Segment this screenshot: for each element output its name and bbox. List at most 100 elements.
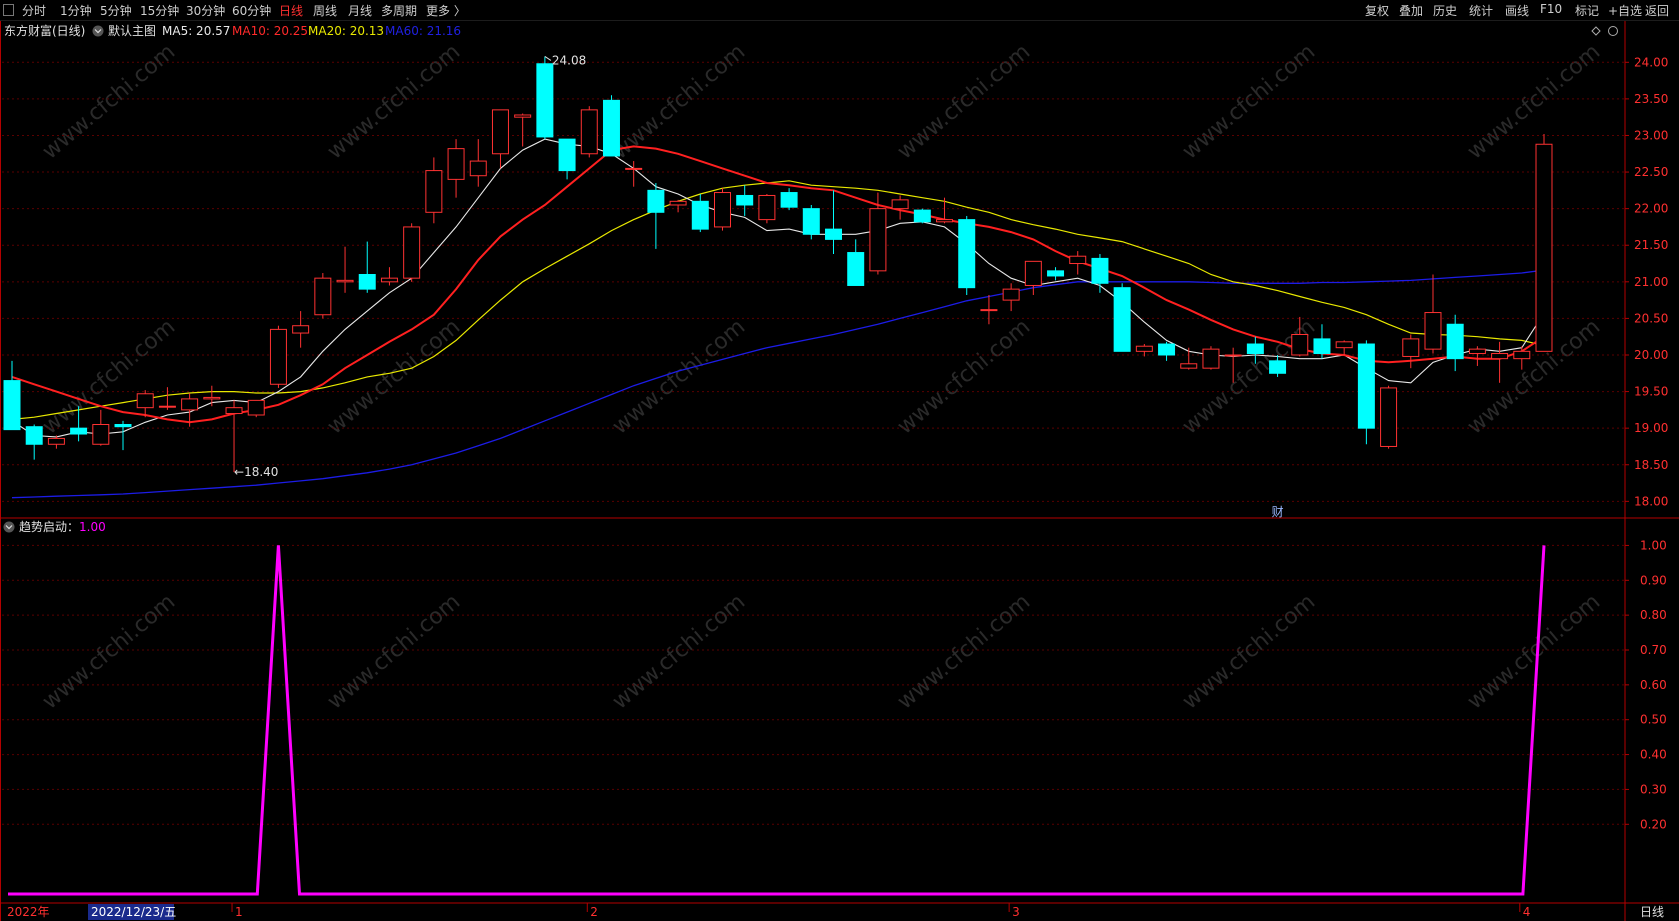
ma-legend-item: MA60: 21.16 xyxy=(385,24,461,38)
candle-body xyxy=(1180,363,1198,369)
price-tick-label: 18.00 xyxy=(1634,494,1668,508)
candle-5 xyxy=(114,420,132,451)
candle-30 xyxy=(669,199,687,213)
candle-body xyxy=(1091,257,1109,284)
watermark-text: www.cfchi.com xyxy=(893,589,1035,714)
candle-12 xyxy=(269,325,287,388)
candle-body xyxy=(25,426,43,445)
candle-0 xyxy=(3,360,21,431)
candle-body xyxy=(847,252,865,286)
period-tab-5[interactable]: 60分钟 xyxy=(232,2,271,19)
period-tab-8[interactable]: 月线 xyxy=(348,2,372,19)
period-tab-9[interactable]: 多周期 xyxy=(381,2,417,19)
price-tick-label: 19.50 xyxy=(1634,385,1668,399)
watermark-text: www.cfchi.com xyxy=(38,314,180,439)
candle-body xyxy=(181,398,199,411)
candle-body xyxy=(691,200,709,230)
candle-body xyxy=(1468,348,1486,355)
signal-tick-label: 0.20 xyxy=(1640,817,1667,831)
watermark-text: www.cfchi.com xyxy=(323,39,465,164)
mark-button[interactable]: 标记 xyxy=(1575,2,1599,19)
menu-icon[interactable] xyxy=(3,4,14,16)
candle-38 xyxy=(847,239,865,286)
candle-64 xyxy=(1424,274,1442,354)
watermark-text: www.cfchi.com xyxy=(38,589,180,714)
watermark-text: www.cfchi.com xyxy=(608,314,750,439)
candle-24 xyxy=(536,56,554,140)
candle-body xyxy=(1402,338,1420,357)
chart-headers: 东方财富(日线) 默认主图 MA5: 20.57 MA10: 20.25 MA20: 2… xyxy=(3,23,1618,534)
candle-13 xyxy=(292,311,310,348)
candle-29 xyxy=(647,183,665,249)
ma10-line xyxy=(11,145,1545,424)
restore-rights-button[interactable]: 复权 xyxy=(1365,2,1389,19)
candle-body xyxy=(536,63,554,138)
candle-body xyxy=(713,192,731,228)
candle-body xyxy=(1357,343,1375,429)
period-tab-10[interactable]: 更多 〉 xyxy=(426,2,466,19)
candle-body xyxy=(247,399,265,416)
candle-body xyxy=(225,407,243,415)
overlay-button[interactable]: 叠加 xyxy=(1399,2,1423,19)
period-tab-7[interactable]: 周线 xyxy=(313,2,337,19)
candle-body xyxy=(780,192,798,208)
candle-body xyxy=(980,309,998,312)
candle-body xyxy=(1291,334,1309,356)
back-button[interactable]: 返回 xyxy=(1645,2,1669,19)
draw-line-button[interactable]: 画线 xyxy=(1505,2,1529,19)
candle-body xyxy=(136,393,154,409)
candle-44 xyxy=(980,294,998,325)
candle-body xyxy=(891,199,909,210)
candle-body xyxy=(647,189,665,213)
candle-body xyxy=(1135,345,1153,352)
candlestick-series xyxy=(3,56,1553,473)
candle-body xyxy=(869,208,887,272)
candle-body xyxy=(1069,255,1087,265)
candle-54 xyxy=(1202,346,1220,370)
period-tab-1[interactable]: 1分钟 xyxy=(60,2,92,19)
candle-body xyxy=(1491,353,1509,360)
diamond-icon xyxy=(1591,26,1601,36)
history-button[interactable]: 历史 xyxy=(1433,2,1457,19)
low-price-label: ←18.40 xyxy=(234,465,278,479)
candle-body xyxy=(469,160,487,177)
period-tab-2[interactable]: 5分钟 xyxy=(100,2,132,19)
price-tick-label: 23.50 xyxy=(1634,92,1668,106)
period-tab-4[interactable]: 30分钟 xyxy=(186,2,225,19)
signal-tick-label: 0.30 xyxy=(1640,782,1667,796)
circle-icon xyxy=(1608,26,1618,36)
period-tab-3[interactable]: 15分钟 xyxy=(140,2,179,19)
period-tab-6[interactable]: 日线 xyxy=(279,2,303,19)
candle-66 xyxy=(1468,346,1486,366)
watermark-text: www.cfchi.com xyxy=(608,589,750,714)
candle-body xyxy=(1380,387,1398,447)
time-axis-label: 2 xyxy=(590,905,598,919)
candle-46 xyxy=(1024,260,1042,295)
event-marker: 财 xyxy=(1272,505,1284,519)
candle-37 xyxy=(825,190,843,255)
candle-4 xyxy=(92,409,110,446)
f10-button[interactable]: F10 xyxy=(1540,2,1562,16)
candle-31 xyxy=(691,194,709,233)
candle-body xyxy=(958,219,976,289)
candle-body xyxy=(3,380,21,431)
price-tick-label: 22.50 xyxy=(1634,165,1668,179)
candle-42 xyxy=(936,197,954,224)
signal-tick-label: 0.60 xyxy=(1640,678,1667,692)
signal-tick-label: 0.80 xyxy=(1640,608,1667,622)
statistics-button[interactable]: 统计 xyxy=(1469,2,1493,19)
candle-62 xyxy=(1380,385,1398,449)
period-tab-0[interactable]: 分时 xyxy=(22,2,46,19)
candle-35 xyxy=(780,188,798,211)
candle-body xyxy=(1513,350,1531,360)
chart-canvas[interactable]: www.cfchi.com www.cfchi.com www.cfchi.com w… xyxy=(0,0,1679,921)
candle-61 xyxy=(1357,340,1375,445)
candle-6 xyxy=(136,390,154,418)
candle-body xyxy=(203,396,221,400)
time-axis-label: 2022年 xyxy=(7,905,50,919)
candle-body xyxy=(447,148,465,180)
candle-body xyxy=(1535,143,1553,352)
candle-25 xyxy=(558,138,576,180)
add-watchlist-button[interactable]: +自选 xyxy=(1608,2,1642,19)
candle-43 xyxy=(958,215,976,295)
